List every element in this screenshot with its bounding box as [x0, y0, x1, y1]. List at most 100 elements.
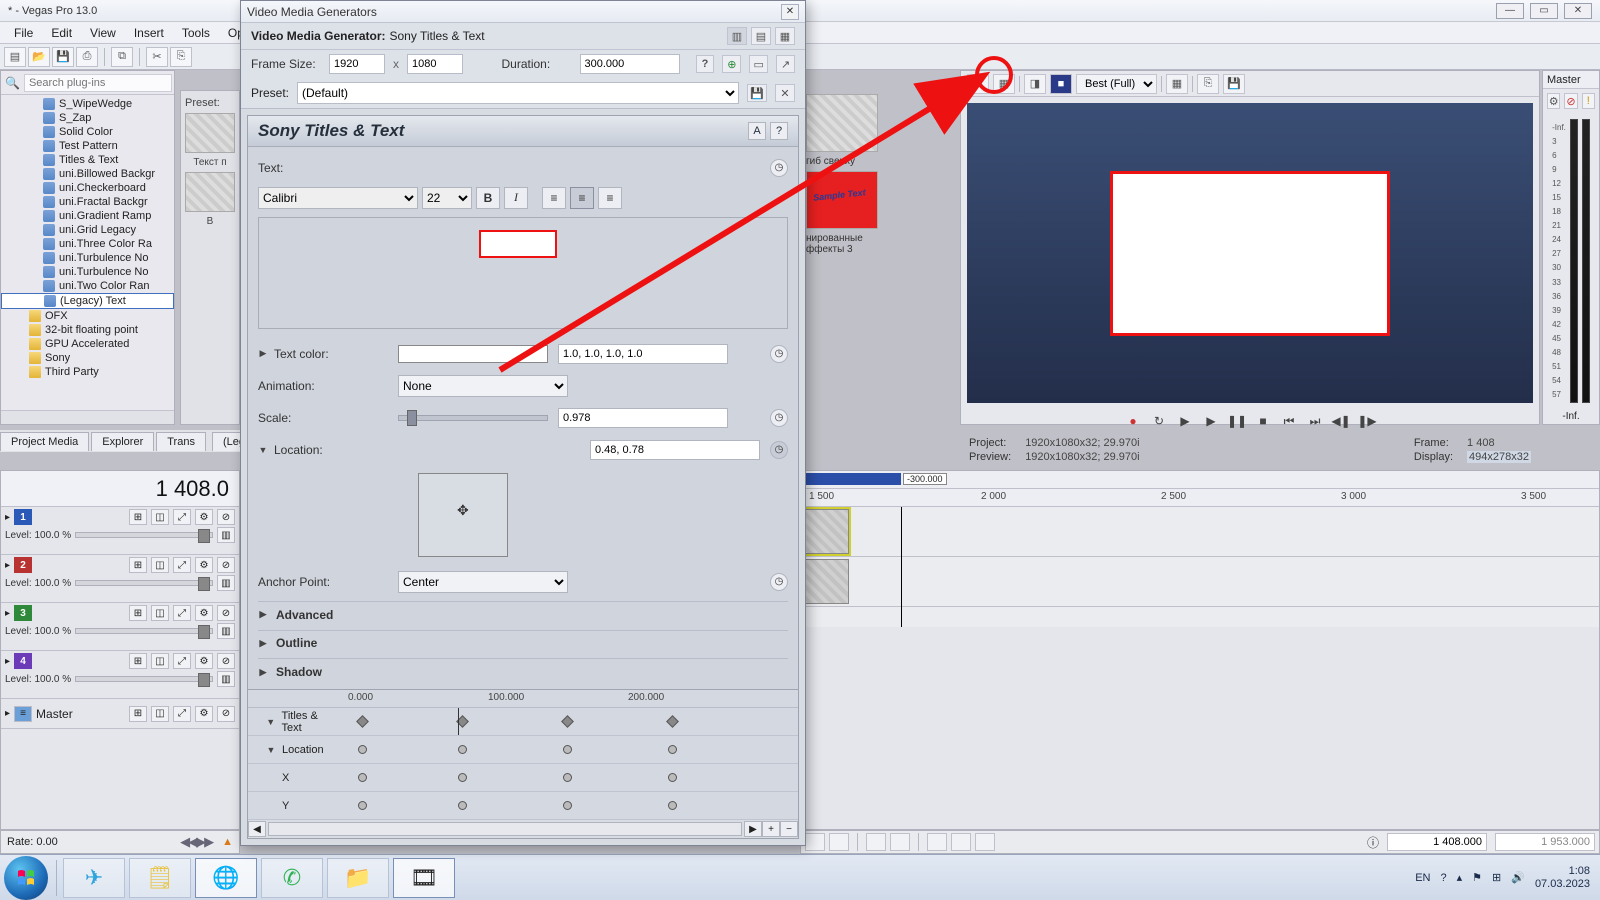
view-mode-3[interactable]: ▦ — [775, 27, 795, 45]
prev-grid[interactable]: ▦ — [1166, 74, 1188, 94]
track-motion-icon[interactable]: ⤢ — [173, 706, 191, 722]
menu-file[interactable]: File — [6, 24, 41, 42]
tree-item[interactable]: Test Pattern — [1, 139, 174, 153]
new-button[interactable]: ▤ — [4, 47, 26, 67]
track-master-row[interactable]: ▸ ≡ Master ⊞ ◫ ⤢ ⚙ ⊘ — [1, 699, 239, 729]
keyframe-circle[interactable] — [458, 801, 467, 810]
track-env-icon[interactable]: ◫ — [151, 605, 169, 621]
next-frame-button[interactable]: ❚▶ — [1357, 412, 1377, 430]
track-auto-icon[interactable]: ⚙ — [195, 509, 213, 525]
menu-tools[interactable]: Tools — [174, 24, 218, 42]
track-toggle-icon[interactable]: ▸ — [5, 560, 10, 571]
tab-explorer[interactable]: Explorer — [91, 432, 154, 451]
tool-env[interactable] — [951, 833, 971, 851]
location-picker[interactable]: ✥ — [418, 473, 508, 557]
master-solo[interactable]: ! — [1582, 93, 1595, 109]
plugin-about-button[interactable]: A — [748, 122, 766, 140]
track-header-2[interactable]: ▸ 2 ⊞ ◫ ⤢ ⚙ ⊘ Level: 100.0 % ▥ — [1, 555, 239, 603]
keyframe-lane[interactable] — [338, 792, 798, 819]
loop-region[interactable] — [801, 473, 901, 485]
scale-slider[interactable] — [398, 415, 548, 421]
track-comp-icon[interactable]: ▥ — [217, 575, 235, 591]
track-env-icon[interactable]: ◫ — [151, 557, 169, 573]
keyframe-circle[interactable] — [563, 773, 572, 782]
animate-scale-button[interactable]: ◷ — [770, 409, 788, 427]
tree-folder[interactable]: Third Party — [1, 365, 174, 379]
align-right-button[interactable]: ≡ — [598, 187, 622, 209]
task-explorer[interactable]: 📁 — [327, 858, 389, 898]
volume-icon[interactable]: 🔊 — [1511, 871, 1525, 884]
track-toggle-icon[interactable]: ▸ — [5, 608, 10, 619]
track-level-slider[interactable] — [75, 580, 213, 586]
lang-indicator[interactable]: EN — [1415, 872, 1430, 884]
tool-select[interactable] — [890, 833, 910, 851]
preset-select[interactable]: (Default) — [297, 82, 739, 104]
keyframe-circle[interactable] — [668, 801, 677, 810]
keyframe-circle[interactable] — [563, 801, 572, 810]
go-to-button[interactable]: ↗ — [776, 55, 795, 73]
cut-button[interactable]: ✂ — [146, 47, 168, 67]
go-start-button[interactable]: ⏮ — [1279, 412, 1299, 430]
tree-scrollbar[interactable] — [1, 410, 174, 424]
animate-location-button[interactable]: ◷ — [770, 441, 788, 459]
disclose-icon[interactable]: ▼ — [258, 445, 268, 455]
track-toggle-icon[interactable]: ▸ — [5, 708, 10, 719]
help-button[interactable]: ? — [696, 55, 715, 73]
timecode-end[interactable] — [1495, 833, 1595, 851]
track-env-icon[interactable]: ◫ — [151, 653, 169, 669]
keyframe-circle[interactable] — [358, 773, 367, 782]
keyframe-lane[interactable] — [338, 764, 798, 791]
start-button[interactable] — [4, 856, 48, 900]
keyframe-row-x[interactable]: X — [248, 764, 798, 792]
network-icon[interactable]: ⊞ — [1492, 871, 1501, 884]
frame-height-input[interactable] — [407, 54, 463, 74]
close-button[interactable]: ✕ — [1564, 3, 1592, 19]
tool-zoom[interactable] — [927, 833, 947, 851]
tree-item[interactable]: uni.Billowed Backgr — [1, 167, 174, 181]
timeline-clip[interactable] — [801, 509, 849, 554]
master-fx[interactable]: ⚙ — [1547, 93, 1560, 109]
section-outline[interactable]: ▶ Outline — [258, 630, 788, 653]
tree-item[interactable]: S_Zap — [1, 111, 174, 125]
preset-thumb[interactable] — [185, 113, 235, 153]
section-shadow[interactable]: ▶ Shadow — [258, 658, 788, 681]
track-level-slider[interactable] — [75, 676, 213, 682]
tree-item[interactable]: uni.Grid Legacy — [1, 223, 174, 237]
keyframe-circle[interactable] — [458, 745, 467, 754]
playhead[interactable] — [901, 507, 902, 627]
prev-copy[interactable]: ⎘ — [1197, 74, 1219, 94]
track-header-1[interactable]: ▸ 1 ⊞ ◫ ⤢ ⚙ ⊘ Level: 100.0 % ▥ — [1, 507, 239, 555]
timecode-current[interactable] — [1387, 833, 1487, 851]
maximize-button[interactable]: ▭ — [1530, 3, 1558, 19]
italic-button[interactable]: I — [504, 187, 528, 209]
timeline-track-2[interactable] — [801, 557, 1599, 607]
text-color-value[interactable] — [558, 344, 728, 364]
track-level-slider[interactable] — [75, 532, 213, 538]
view-mode-2[interactable]: ▤ — [751, 27, 771, 45]
track-motion-icon[interactable]: ⤢ — [173, 605, 191, 621]
keyframe-ruler[interactable]: 0.000 100.000 200.000 — [248, 690, 798, 708]
plugin-tree[interactable]: S_WipeWedge S_Zap Solid Color Test Patte… — [1, 95, 174, 424]
play-button[interactable]: ▶ — [1201, 412, 1221, 430]
tray-up-icon[interactable]: ▴ — [1457, 871, 1463, 884]
align-left-button[interactable]: ≡ — [542, 187, 566, 209]
tree-item[interactable]: uni.Turbulence No — [1, 251, 174, 265]
flag-icon[interactable]: ⚑ — [1472, 871, 1482, 884]
animation-select[interactable]: None — [398, 375, 568, 397]
tree-item[interactable]: uni.Checkerboard — [1, 181, 174, 195]
track-motion-icon[interactable]: ⤢ — [173, 557, 191, 573]
scroll-left-button[interactable]: ◀ — [248, 821, 266, 837]
section-advanced[interactable]: ▶ Advanced — [258, 601, 788, 624]
animate-text-button[interactable]: ◷ — [770, 159, 788, 177]
tree-item[interactable]: uni.Two Color Ran — [1, 279, 174, 293]
tool-snap[interactable] — [805, 833, 825, 851]
track-toggle-icon[interactable]: ▸ — [5, 512, 10, 523]
docker-close-icon[interactable]: ✕ — [960, 80, 982, 102]
preset-save-button[interactable]: 💾 — [747, 84, 767, 102]
plugin-help-button[interactable]: ? — [770, 122, 788, 140]
track-auto-icon[interactable]: ⚙ — [195, 557, 213, 573]
track-toggle-icon[interactable]: ▸ — [5, 656, 10, 667]
dialog-close-button[interactable]: ✕ — [781, 4, 799, 20]
keyframe-lane[interactable] — [338, 708, 798, 735]
track-auto-icon[interactable]: ⚙ — [195, 605, 213, 621]
